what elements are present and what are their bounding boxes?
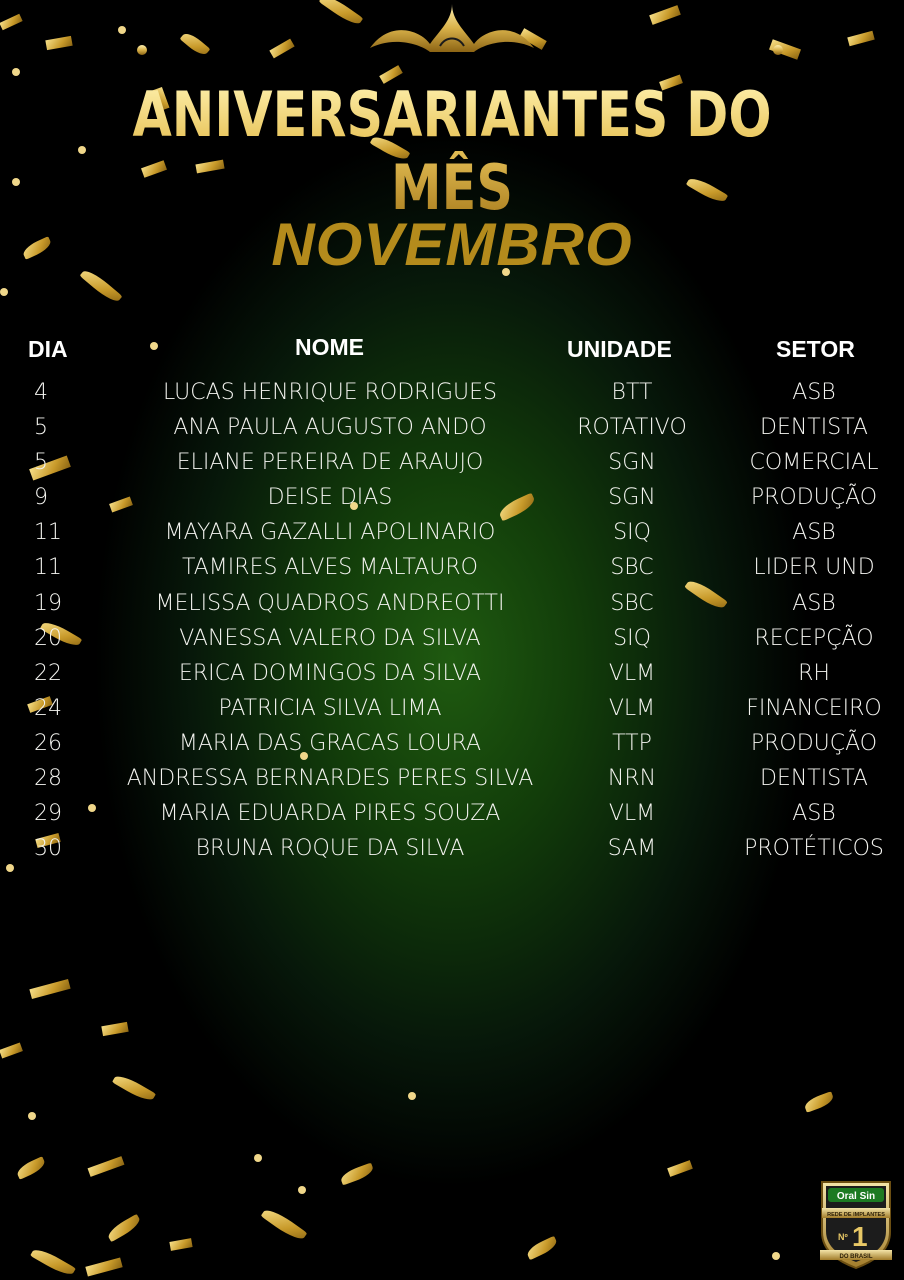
cell-dia: 5 [34, 415, 48, 441]
column-header-unidade: UNIDADE [567, 336, 672, 362]
cell-dia: 26 [34, 730, 62, 756]
table-row: 28 ANDRESSA BERNARDES PERES SILVA NRN DE… [0, 766, 904, 801]
cell-unidade: VLM [608, 660, 656, 686]
cell-nome: PATRICIA SILVA LIMA [218, 695, 442, 721]
cell-setor: ASB [792, 380, 836, 405]
cell-dia: 5 [34, 450, 48, 476]
cell-dia: 20 [34, 625, 62, 651]
birthday-table: 4 LUCAS HENRIQUE RODRIGUES BTT ASB 5 ANA… [0, 380, 904, 871]
cell-unidade: SGN [608, 485, 656, 511]
page-title: ANIVERSARIANTES DO MÊS [81, 78, 822, 224]
svg-text:Oral Sin: Oral Sin [837, 1191, 875, 1202]
cell-unidade: SBC [610, 555, 654, 581]
cell-setor: PRODUÇÃO [750, 730, 878, 756]
cell-setor: ASB [792, 801, 836, 827]
cell-unidade: TTP [612, 730, 652, 756]
cell-nome: LUCAS HENRIQUE RODRIGUES [163, 380, 497, 405]
cell-nome: DEISE DIAS [267, 485, 393, 511]
month-title: NOVEMBRO [271, 211, 633, 278]
cell-setor: DENTISTA [760, 766, 868, 792]
cell-unidade: ROTATIVO [577, 415, 687, 441]
table-row: 5 ANA PAULA AUGUSTO ANDO ROTATIVO DENTIS… [0, 415, 904, 450]
svg-text:REDE DE IMPLANTES: REDE DE IMPLANTES [827, 1212, 885, 1218]
svg-text:Nº: Nº [838, 1232, 848, 1242]
cell-dia: 28 [34, 766, 62, 792]
cell-dia: 11 [34, 555, 62, 581]
cell-unidade: BTT [611, 380, 653, 405]
cell-nome: TAMIRES ALVES MALTAURO [182, 555, 478, 581]
cell-setor: PROTÉTICOS [744, 836, 884, 862]
cell-setor: RH [798, 660, 830, 686]
cell-nome: MAYARA GAZALLI APOLINARIO [164, 520, 496, 546]
table-row: 24 PATRICIA SILVA LIMA VLM FINANCEIRO [0, 696, 904, 731]
cell-unidade: VLM [608, 695, 656, 721]
table-row: 20 VANESSA VALERO DA SILVA SIQ RECEPÇÃO [0, 626, 904, 661]
cell-unidade: NRN [607, 766, 657, 792]
cell-setor: ASB [792, 590, 836, 616]
column-header-nome: NOME [295, 334, 364, 360]
column-header-dia: DIA [28, 336, 68, 362]
cell-setor: ASB [792, 520, 836, 546]
svg-text:1: 1 [852, 1221, 868, 1252]
cell-dia: 24 [34, 695, 62, 721]
cell-unidade: SBC [610, 590, 654, 616]
cell-unidade: SIQ [613, 625, 651, 651]
cell-nome: MARIA DAS GRACAS LOURA [178, 730, 482, 756]
cell-dia: 29 [34, 801, 62, 827]
cell-nome: ANA PAULA AUGUSTO ANDO [173, 415, 487, 441]
cell-nome: MARIA EDUARDA PIRES SOUZA [159, 801, 501, 827]
cell-setor: FINANCEIRO [746, 695, 882, 721]
cell-nome: BRUNA ROQUE DA SILVA [195, 836, 465, 862]
cell-unidade: SAM [607, 836, 657, 862]
cell-unidade: SIQ [613, 520, 651, 546]
cell-dia: 22 [34, 660, 62, 686]
svg-text:DO BRASIL: DO BRASIL [840, 1254, 873, 1260]
cell-setor: PRODUÇÃO [750, 485, 878, 511]
cell-nome: ANDRESSA BERNARDES PERES SILVA [126, 766, 534, 792]
cell-dia: 9 [34, 485, 48, 511]
cell-nome: ERICA DOMINGOS DA SILVA [178, 660, 482, 686]
cell-setor: LIDER UND [753, 555, 875, 581]
cell-nome: VANESSA VALERO DA SILVA [179, 625, 481, 651]
table-row: 4 LUCAS HENRIQUE RODRIGUES BTT ASB [0, 380, 904, 415]
cell-nome: MELISSA QUADROS ANDREOTTI [155, 590, 505, 616]
cell-nome: ELIANE PEREIRA DE ARAUJO [176, 450, 484, 476]
table-row: 19 MELISSA QUADROS ANDREOTTI SBC ASB [0, 591, 904, 626]
table-row: 29 MARIA EDUARDA PIRES SOUZA VLM ASB [0, 801, 904, 836]
cell-setor: RECEPÇÃO [754, 625, 874, 651]
cell-dia: 4 [34, 380, 48, 405]
table-row: 11 TAMIRES ALVES MALTAURO SBC LIDER UND [0, 555, 904, 590]
table-row: 26 MARIA DAS GRACAS LOURA TTP PRODUÇÃO [0, 731, 904, 766]
table-row: 5 ELIANE PEREIRA DE ARAUJO SGN COMERCIAL [0, 450, 904, 485]
oral-sin-badge-logo: Oral Sin REDE DE IMPLANTES Nº 1 DO BRASI… [820, 1181, 892, 1270]
cell-setor: COMERCIAL [749, 450, 879, 476]
table-row: 11 MAYARA GAZALLI APOLINARIO SIQ ASB [0, 520, 904, 555]
cell-unidade: VLM [608, 801, 656, 827]
cell-setor: DENTISTA [760, 415, 868, 441]
column-header-setor: SETOR [776, 336, 855, 362]
cell-unidade: SGN [608, 450, 656, 476]
cell-dia: 19 [34, 590, 62, 616]
cell-dia: 11 [34, 520, 62, 546]
table-row: 9 DEISE DIAS SGN PRODUÇÃO [0, 485, 904, 520]
cell-dia: 30 [34, 836, 62, 862]
table-row: 30 BRUNA ROQUE DA SILVA SAM PROTÉTICOS [0, 836, 904, 871]
table-row: 22 ERICA DOMINGOS DA SILVA VLM RH [0, 661, 904, 696]
